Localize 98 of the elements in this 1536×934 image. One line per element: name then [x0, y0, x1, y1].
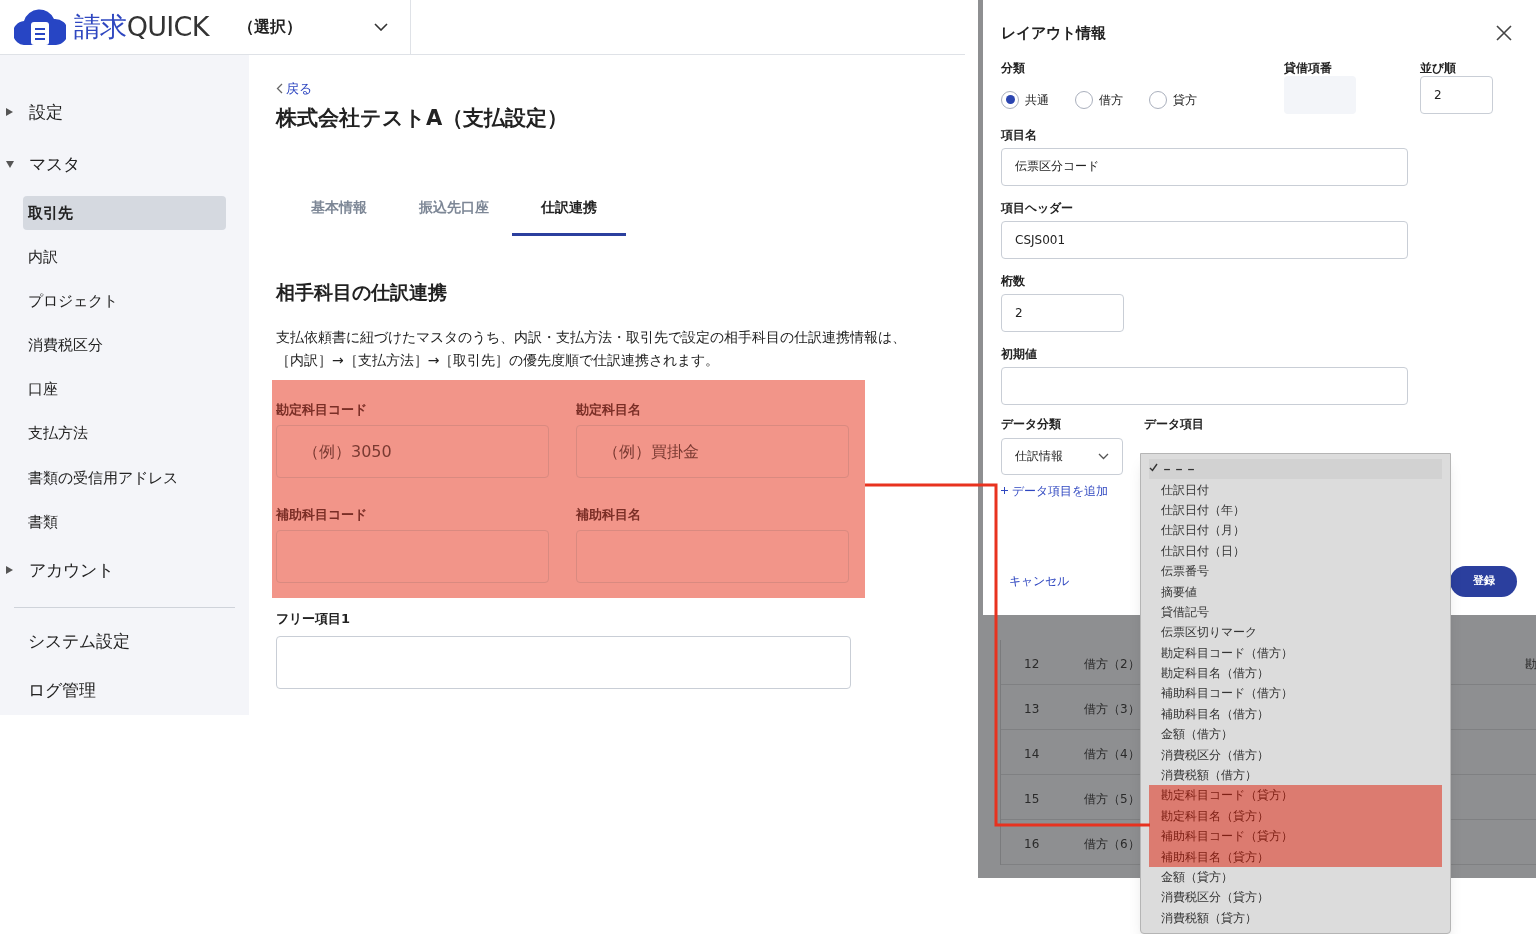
cloud-document-icon — [14, 9, 66, 45]
chevron-down-icon — [374, 23, 388, 31]
select-field[interactable]: 仕訳情報 — [1001, 437, 1123, 475]
plus-icon — [1001, 487, 1008, 494]
text-field[interactable]: （例）買掛金 — [576, 424, 849, 478]
dropdown-option[interactable]: 伝票番号 — [1149, 560, 1442, 582]
radio-option[interactable]: 共通 — [1001, 90, 1057, 109]
description-text: 支払依頼書に紐づけたマスタのうち、内訳・支払方法・取引先で設定の相手科目の仕訳連携情報は、 ［内訳］→［支払方法］→［取引先］の優先度順で仕訳連携されます。 — [276, 327, 907, 370]
tab[interactable]: 振込先口座 — [396, 182, 512, 236]
dropdown-option[interactable]: 摘要値 — [1149, 581, 1442, 602]
field-label: 項目名 — [1001, 127, 1038, 142]
table-cell-text: 16 — [1024, 836, 1040, 853]
dropdown-option[interactable]: 消費税区分（貸方） — [1149, 887, 1442, 908]
tab[interactable]: 基本情報 — [282, 182, 396, 236]
page-title: 株式会社テストA（支払設定） — [276, 104, 570, 132]
dropdown-option[interactable]: 伝票区切りマーク — [1149, 622, 1442, 643]
dropdown-option[interactable]: 仕訳日付（日） — [1149, 540, 1442, 561]
checkmark-icon — [1149, 463, 1158, 472]
sidebar-item[interactable]: 取引先 — [23, 196, 226, 231]
field-label: 貸借項番 — [1284, 60, 1333, 75]
dropdown-option[interactable]: －－－ — [1149, 459, 1442, 480]
cancel-link[interactable]: キャンセル — [1001, 572, 1069, 590]
dropdown-option[interactable]: 消費税区分（借方） — [1149, 744, 1442, 765]
close-icon — [1496, 25, 1512, 42]
table-cell-text: 13 — [1024, 701, 1040, 718]
text-field[interactable]: CSJS001 — [1001, 220, 1408, 259]
modal-title: レイアウト情報 — [1001, 23, 1106, 44]
field-label: 補助科目名 — [576, 505, 642, 522]
chevron-down-icon — [1098, 452, 1109, 460]
dropdown-option[interactable]: 金額（貸方） — [1149, 866, 1442, 888]
sidebar-item[interactable]: ログ管理 — [0, 666, 249, 715]
table-cell-text: 12 — [1024, 656, 1040, 673]
tab[interactable]: 仕訳連携 — [512, 182, 626, 236]
text-field[interactable] — [1001, 366, 1408, 405]
sidebar-item[interactable]: 書類の受信用アドレス — [23, 460, 226, 495]
chevron-left-icon — [276, 83, 283, 95]
sidebar-item[interactable]: 書類 — [23, 504, 226, 539]
sidebar-item[interactable]: 支払方法 — [23, 416, 226, 451]
dropdown-option[interactable]: 貸借記号 — [1149, 601, 1442, 623]
dropdown-option[interactable]: 仕訳日付 — [1149, 479, 1442, 500]
dropdown-option[interactable]: 勘定科目コード（貸方） — [1149, 785, 1442, 806]
text-field[interactable] — [276, 529, 549, 583]
sidebar-item[interactable]: システム設定 — [0, 617, 249, 667]
table-cell-text: 借方（2） — [1084, 656, 1140, 673]
field-label: データ項目 — [1144, 416, 1204, 431]
sidebar-group[interactable]: 設定 — [0, 86, 249, 139]
table-cell-text: 勘 — [1525, 656, 1536, 673]
field-label: 桁数 — [1001, 273, 1026, 288]
sidebar-group[interactable]: マスタ — [0, 138, 249, 192]
logo-text: 請求QUICK — [74, 9, 209, 44]
radio-option[interactable]: 貸方 — [1149, 90, 1205, 109]
dropdown-option[interactable]: 勘定科目コード（借方） — [1149, 642, 1442, 663]
field-label: 補助科目コード — [276, 505, 368, 522]
dropdown-option[interactable]: 勘定科目名（貸方） — [1149, 805, 1442, 827]
text-field[interactable]: 2 — [1001, 293, 1124, 332]
table-cell-text: 借方（6） — [1084, 836, 1140, 853]
field-label: 並び順 — [1420, 60, 1457, 75]
dropdown-option[interactable]: 仕訳日付（年） — [1149, 499, 1442, 521]
dropdown-option[interactable]: 消費税額（貸方） — [1149, 907, 1442, 928]
sidebar-item[interactable]: 消費税区分 — [23, 328, 226, 363]
text-field[interactable] — [276, 636, 851, 689]
dropdown-option[interactable]: 金額（借方） — [1149, 724, 1442, 745]
dropdown-option[interactable]: 補助科目コード（借方） — [1149, 683, 1442, 704]
dropdown-option[interactable]: 仕訳日付（月） — [1149, 520, 1442, 541]
field-label: 初期値 — [1001, 346, 1038, 361]
dropdown-option[interactable]: 補助科目名（貸方） — [1149, 846, 1442, 867]
table-cell-text: 15 — [1024, 791, 1040, 808]
organization-select[interactable]: （選択） — [238, 0, 411, 55]
add-data-item-link[interactable]: データ項目を追加 — [1001, 481, 1108, 500]
field-label: 分類 — [1001, 60, 1026, 75]
field-label: 勘定科目名 — [576, 400, 642, 417]
table-cell-text: 借方（3） — [1084, 701, 1140, 718]
back-link[interactable]: 戻る — [276, 79, 312, 99]
text-field[interactable]: （例）3050 — [276, 424, 549, 478]
table-cell-text: 14 — [1024, 746, 1040, 763]
sidebar-item[interactable]: 口座 — [23, 372, 226, 407]
sidebar-group[interactable]: アカウント — [0, 543, 249, 597]
triangle-right-icon — [6, 108, 13, 117]
table-cell-text: 借方（5） — [1084, 791, 1140, 808]
triangle-down-icon — [5, 161, 14, 169]
dropdown-option[interactable]: 勘定科目名（借方） — [1149, 662, 1442, 684]
field-label: フリー項目1 — [276, 609, 352, 628]
field-label: 勘定科目コード — [276, 400, 368, 417]
text-field[interactable]: 伝票区分コード — [1001, 147, 1408, 186]
section-heading: 相手科目の仕訳連携 — [276, 280, 448, 305]
sidebar-item[interactable]: 内訳 — [23, 240, 226, 275]
dropdown-option[interactable]: 補助科目名（借方） — [1149, 703, 1442, 725]
table-cell-text: 借方（4） — [1084, 746, 1140, 763]
text-field[interactable]: 2 — [1420, 75, 1493, 114]
triangle-right-icon — [6, 566, 13, 575]
radio-option[interactable]: 借方 — [1075, 90, 1131, 109]
register-button[interactable]: 登録 — [1450, 565, 1517, 597]
dropdown-option[interactable]: 消費税額（借方） — [1149, 764, 1442, 786]
field-label: 項目ヘッダー — [1001, 200, 1074, 215]
sidebar-item[interactable]: プロジェクト — [23, 284, 226, 319]
dropdown-option[interactable]: 補助科目コード（貸方） — [1149, 826, 1442, 847]
text-field[interactable] — [576, 529, 849, 583]
field-label: データ分類 — [1001, 416, 1062, 431]
